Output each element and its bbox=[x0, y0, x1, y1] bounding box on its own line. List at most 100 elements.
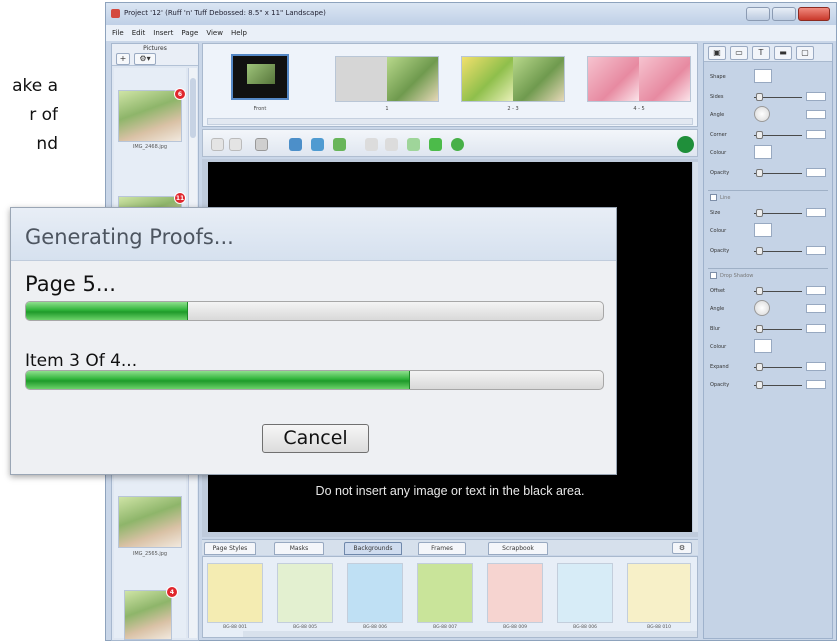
slider-knob[interactable] bbox=[756, 287, 763, 295]
slider-knob[interactable] bbox=[756, 381, 763, 389]
front-cover-thumbnail[interactable] bbox=[231, 54, 289, 100]
tab-masks[interactable]: Masks bbox=[274, 542, 324, 555]
property-value-field[interactable] bbox=[806, 92, 826, 101]
property-value-field[interactable] bbox=[806, 324, 826, 333]
background-label: BG-88 006 bbox=[363, 625, 387, 630]
menu-edit[interactable]: Edit bbox=[132, 29, 146, 41]
property-value-field[interactable] bbox=[806, 380, 826, 389]
picture-thumbnail[interactable] bbox=[124, 590, 172, 640]
property-value-field[interactable] bbox=[806, 208, 826, 217]
frame-properties-icon[interactable]: ▭ bbox=[730, 46, 748, 60]
property-value-field[interactable] bbox=[806, 130, 826, 139]
property-value-field[interactable] bbox=[806, 246, 826, 255]
background-swatch[interactable] bbox=[627, 563, 691, 623]
maximize-button[interactable] bbox=[772, 7, 796, 21]
tab-page-styles[interactable]: Page Styles bbox=[204, 542, 256, 555]
minimize-button[interactable] bbox=[746, 7, 770, 21]
menu-view[interactable]: View bbox=[206, 29, 223, 41]
colour-picker-box[interactable] bbox=[754, 145, 772, 159]
page-label: 2 - 3 bbox=[507, 106, 519, 112]
tab-options-gear-icon[interactable]: ⚙ bbox=[672, 542, 692, 554]
previous-page-icon[interactable] bbox=[407, 138, 420, 151]
save-icon[interactable] bbox=[255, 138, 268, 151]
order-cart-icon[interactable] bbox=[677, 136, 694, 153]
property-slider[interactable] bbox=[754, 287, 802, 295]
page-strip-scrollbar[interactable] bbox=[207, 118, 693, 125]
property-slider[interactable] bbox=[754, 325, 802, 333]
backgrounds-scrollbar[interactable] bbox=[243, 631, 697, 637]
cancel-button[interactable]: Cancel bbox=[262, 424, 369, 453]
angle-dial[interactable] bbox=[754, 106, 770, 122]
angle-dial[interactable] bbox=[754, 300, 770, 316]
picture-options-button[interactable]: ⚙▾ bbox=[134, 53, 156, 65]
property-value-field[interactable] bbox=[806, 362, 826, 371]
slider-knob[interactable] bbox=[756, 209, 763, 217]
delete-icon[interactable] bbox=[211, 138, 224, 151]
property-slider[interactable] bbox=[754, 363, 802, 371]
picture-thumbnail[interactable] bbox=[118, 90, 182, 142]
help-icon[interactable] bbox=[451, 138, 464, 151]
background-swatch[interactable] bbox=[487, 563, 543, 623]
slider-knob[interactable] bbox=[756, 169, 763, 177]
picture-thumbnail[interactable] bbox=[118, 496, 182, 548]
colour-picker-box[interactable] bbox=[754, 339, 772, 353]
canvas-scrollbar[interactable] bbox=[693, 162, 698, 532]
slider-knob[interactable] bbox=[756, 247, 763, 255]
property-slider[interactable] bbox=[754, 131, 802, 139]
tab-frames[interactable]: Frames bbox=[418, 542, 466, 555]
property-value-field[interactable] bbox=[806, 110, 826, 119]
slider-knob[interactable] bbox=[756, 363, 763, 371]
colour-picker-box[interactable] bbox=[754, 69, 772, 83]
scrollbar-thumb[interactable] bbox=[190, 78, 196, 138]
menu-page[interactable]: Page bbox=[181, 29, 198, 41]
slider-knob[interactable] bbox=[756, 325, 763, 333]
menu-help[interactable]: Help bbox=[231, 29, 247, 41]
dialog-title-bar: Generating Proofs... bbox=[11, 208, 616, 261]
page-label: 4 - 5 bbox=[633, 106, 645, 112]
add-image-icon[interactable] bbox=[289, 138, 302, 151]
slider-knob[interactable] bbox=[756, 93, 763, 101]
page-spread-4-5[interactable] bbox=[587, 56, 691, 102]
add-text-icon[interactable] bbox=[311, 138, 324, 151]
text-properties-icon[interactable]: T bbox=[752, 46, 770, 60]
tab-backgrounds[interactable]: Backgrounds bbox=[344, 542, 402, 555]
picture-properties-icon[interactable]: ▣ bbox=[708, 46, 726, 60]
colour-picker-box[interactable] bbox=[754, 223, 772, 237]
background-swatch[interactable] bbox=[347, 563, 403, 623]
property-value-field[interactable] bbox=[806, 304, 826, 313]
tab-scrapbook[interactable]: Scrapbook bbox=[488, 542, 548, 555]
background-swatch[interactable] bbox=[417, 563, 473, 623]
property-label: Colour bbox=[710, 228, 727, 234]
undo-icon[interactable] bbox=[229, 138, 242, 151]
page-spread-1[interactable] bbox=[335, 56, 439, 102]
menu-file[interactable]: File bbox=[112, 29, 124, 41]
background-swatch[interactable] bbox=[557, 563, 613, 623]
picture-label: IMG_2565.jpg bbox=[132, 551, 168, 557]
page-status: Page 5... bbox=[25, 272, 116, 296]
property-slider[interactable] bbox=[754, 381, 802, 389]
background-swatch[interactable] bbox=[207, 563, 263, 623]
property-value-field[interactable] bbox=[806, 286, 826, 295]
page-progress-bar bbox=[25, 301, 604, 321]
property-slider[interactable] bbox=[754, 93, 802, 101]
background-swatch[interactable] bbox=[277, 563, 333, 623]
add-shape-icon[interactable] bbox=[333, 138, 346, 151]
line-checkbox[interactable] bbox=[710, 194, 717, 201]
page-spread-2-3[interactable] bbox=[461, 56, 565, 102]
zoom-out-icon[interactable] bbox=[365, 138, 378, 151]
slider-knob[interactable] bbox=[756, 131, 763, 139]
property-slider[interactable] bbox=[754, 169, 802, 177]
property-slider[interactable] bbox=[754, 247, 802, 255]
page-properties-icon[interactable]: ▢ bbox=[796, 46, 814, 60]
highlight-properties-icon[interactable]: ▬ bbox=[774, 46, 792, 60]
drop-shadow-checkbox[interactable] bbox=[710, 272, 717, 279]
menu-insert[interactable]: Insert bbox=[153, 29, 173, 41]
properties-tabs: ▣ ▭ T ▬ ▢ bbox=[704, 44, 832, 62]
next-page-icon[interactable] bbox=[429, 138, 442, 151]
add-picture-button[interactable]: + bbox=[116, 53, 130, 65]
property-label: Opacity bbox=[710, 170, 730, 176]
property-value-field[interactable] bbox=[806, 168, 826, 177]
property-slider[interactable] bbox=[754, 209, 802, 217]
zoom-in-icon[interactable] bbox=[385, 138, 398, 151]
close-button[interactable] bbox=[798, 7, 830, 21]
